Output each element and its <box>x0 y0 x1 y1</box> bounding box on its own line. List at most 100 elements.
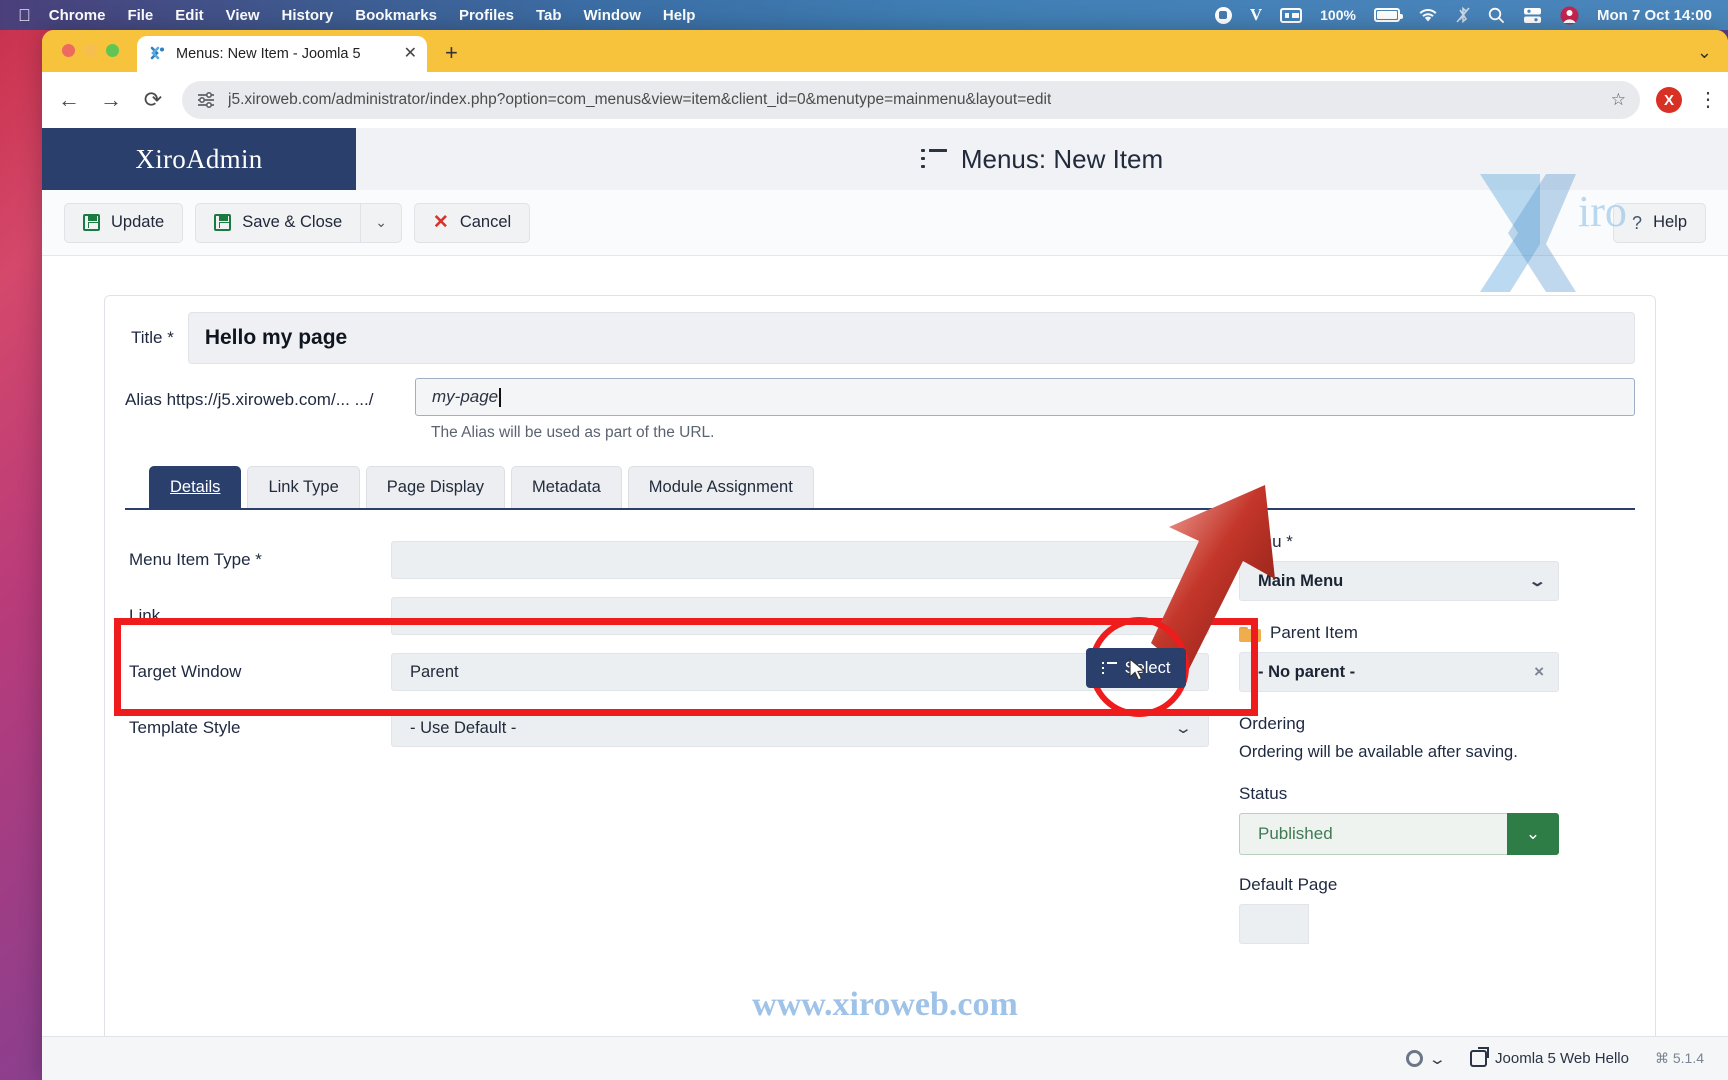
ordering-label: Ordering <box>1239 714 1306 733</box>
help-button[interactable]: ? Help <box>1613 202 1706 243</box>
menubar-item-tab[interactable]: Tab <box>536 7 562 24</box>
menubar-item-chrome[interactable]: Chrome <box>49 7 106 24</box>
field-template-style: Template Style - Use Default - ⌄ <box>129 700 1209 756</box>
footer-site-link[interactable]: Joomla 5 Web Hello <box>1470 1047 1629 1067</box>
template-style-value: - Use Default - <box>410 718 517 737</box>
default-page-select[interactable] <box>1239 904 1309 944</box>
page-title: Menus: New Item <box>960 143 1164 174</box>
apple-logo-icon[interactable]:  <box>18 7 31 24</box>
reload-button[interactable]: ⟳ <box>140 89 166 111</box>
parent-item-label: Parent Item <box>1239 623 1559 643</box>
minimize-window-button[interactable] <box>84 44 97 57</box>
title-input[interactable]: Hello my page <box>187 312 1635 364</box>
menu-select-value: Main Menu <box>1258 571 1344 590</box>
link-input[interactable] <box>391 597 1209 635</box>
menubar-item-file[interactable]: File <box>127 7 153 24</box>
edit-form-card: Title * Hello my page Alias https://j5.x… <box>104 295 1656 1080</box>
address-bar[interactable]: j5.xiroweb.com/administrator/index.php?o… <box>182 81 1640 119</box>
menu-select[interactable]: Main Menu ⌄ <box>1239 561 1559 601</box>
browser-tab-title: Menus: New Item - Joomla 5 <box>176 46 361 62</box>
menubar-item-help[interactable]: Help <box>663 7 696 24</box>
chrome-menu-icon[interactable]: ⋮ <box>1698 90 1718 110</box>
window-controls[interactable] <box>62 44 119 57</box>
page-title-container: Menus: New Item <box>356 128 1728 190</box>
address-bar-url: j5.xiroweb.com/administrator/index.php?o… <box>228 91 1052 108</box>
help-button-label: Help <box>1653 213 1687 231</box>
bookmark-star-icon[interactable]: ☆ <box>1611 90 1626 110</box>
status-label: Status <box>1239 784 1288 803</box>
browser-tab[interactable]: Menus: New Item - Joomla 5 ✕ <box>137 36 427 72</box>
menu-label: Menu * <box>1239 532 1293 551</box>
alias-row: Alias https://j5.xiroweb.com/... .../ my… <box>105 364 1655 442</box>
field-link: Link <box>129 588 1209 644</box>
wifi-icon[interactable] <box>1418 8 1438 23</box>
cancel-button-label: Cancel <box>459 213 512 231</box>
menubar-item-profiles[interactable]: Profiles <box>459 7 514 24</box>
tab-page-display[interactable]: Page Display <box>365 466 505 508</box>
tab-details[interactable]: Details <box>149 466 242 508</box>
question-mark-icon: ? <box>1632 212 1643 233</box>
search-icon[interactable] <box>1488 7 1505 24</box>
alias-hint: The Alias will be used as part of the UR… <box>431 424 715 441</box>
cancel-button[interactable]: ✕ Cancel <box>413 202 531 243</box>
record-circle-icon[interactable] <box>1214 6 1232 24</box>
status-select[interactable]: Published ⌄ <box>1239 813 1559 855</box>
menu-item-type-input[interactable] <box>391 541 1209 579</box>
maximize-window-button[interactable] <box>106 44 119 57</box>
parent-item-value: - No parent - <box>1258 662 1356 681</box>
save-close-button[interactable]: Save & Close <box>195 202 362 243</box>
menubar-item-bookmarks[interactable]: Bookmarks <box>355 7 437 24</box>
new-tab-button[interactable]: + <box>445 42 458 64</box>
chevron-down-icon: ⌄ <box>375 214 387 230</box>
title-label: Title * <box>131 328 174 347</box>
close-icon[interactable]: ✕ <box>404 46 417 62</box>
chevron-down-icon: ⌄ <box>1174 720 1194 737</box>
ordering-help-text: Ordering will be available after saving. <box>1239 743 1518 761</box>
parent-item-select[interactable]: - No parent - × <box>1239 652 1559 692</box>
alias-input[interactable]: my-page <box>415 378 1635 416</box>
tab-metadata[interactable]: Metadata <box>511 466 622 508</box>
chevron-down-icon[interactable]: ⌄ <box>1507 813 1559 855</box>
footer-settings[interactable]: ⌄ <box>1406 1050 1447 1068</box>
text-caret <box>499 387 501 407</box>
list-icon <box>1101 662 1117 674</box>
brand-logo[interactable]: XiroAdmin <box>42 128 356 190</box>
menubar-item-edit[interactable]: Edit <box>175 7 203 24</box>
v-app-icon[interactable]: V <box>1250 5 1262 25</box>
title-input-value: Hello my page <box>204 326 348 349</box>
battery-icon[interactable] <box>1373 8 1403 22</box>
clear-parent-icon[interactable]: × <box>1534 662 1544 682</box>
form-left-column: Menu Item Type * Link Target Window Pare… <box>129 532 1209 944</box>
form-body: Menu Item Type * Link Target Window Pare… <box>105 510 1655 944</box>
target-window-label: Target Window <box>129 662 242 681</box>
update-button[interactable]: Update <box>64 202 184 243</box>
bluetooth-off-icon[interactable] <box>1456 6 1470 24</box>
tab-link-type[interactable]: Link Type <box>247 466 360 508</box>
gear-icon <box>1406 1050 1424 1067</box>
menubar-clock[interactable]: Mon 7 Oct 14:00 <box>1597 7 1712 24</box>
template-style-label: Template Style <box>129 718 241 737</box>
user-avatar-icon[interactable] <box>1560 6 1579 25</box>
save-dropdown-button[interactable]: ⌄ <box>361 202 402 243</box>
control-center-toggle-icon[interactable] <box>1523 7 1542 24</box>
chevron-down-icon[interactable]: ⌄ <box>1697 42 1712 63</box>
control-center-icon[interactable] <box>1280 7 1303 23</box>
profile-avatar[interactable]: X <box>1656 87 1682 113</box>
close-window-button[interactable] <box>62 44 75 57</box>
back-button[interactable]: ← <box>56 89 82 111</box>
forward-button[interactable]: → <box>98 89 124 111</box>
menubar-item-history[interactable]: History <box>282 7 334 24</box>
site-settings-icon[interactable] <box>196 91 216 109</box>
menubar-item-window[interactable]: Window <box>584 7 641 24</box>
desktop-root:  Chrome File Edit View History Bookmark… <box>0 0 1728 1080</box>
target-window-value: Parent <box>410 662 459 681</box>
tab-module-assignment[interactable]: Module Assignment <box>627 466 814 508</box>
title-row: Title * Hello my page <box>105 296 1655 364</box>
form-tabs: Details Link Type Page Display Metadata … <box>125 442 1635 510</box>
menubar-item-view[interactable]: View <box>226 7 260 24</box>
field-target-window: Target Window Parent ⌄ <box>129 644 1209 700</box>
macos-menubar:  Chrome File Edit View History Bookmark… <box>0 0 1728 30</box>
chevron-down-icon: ⌄ <box>1528 573 1548 590</box>
save-close-label: Save & Close <box>242 213 343 231</box>
template-style-select[interactable]: - Use Default - ⌄ <box>391 709 1209 747</box>
